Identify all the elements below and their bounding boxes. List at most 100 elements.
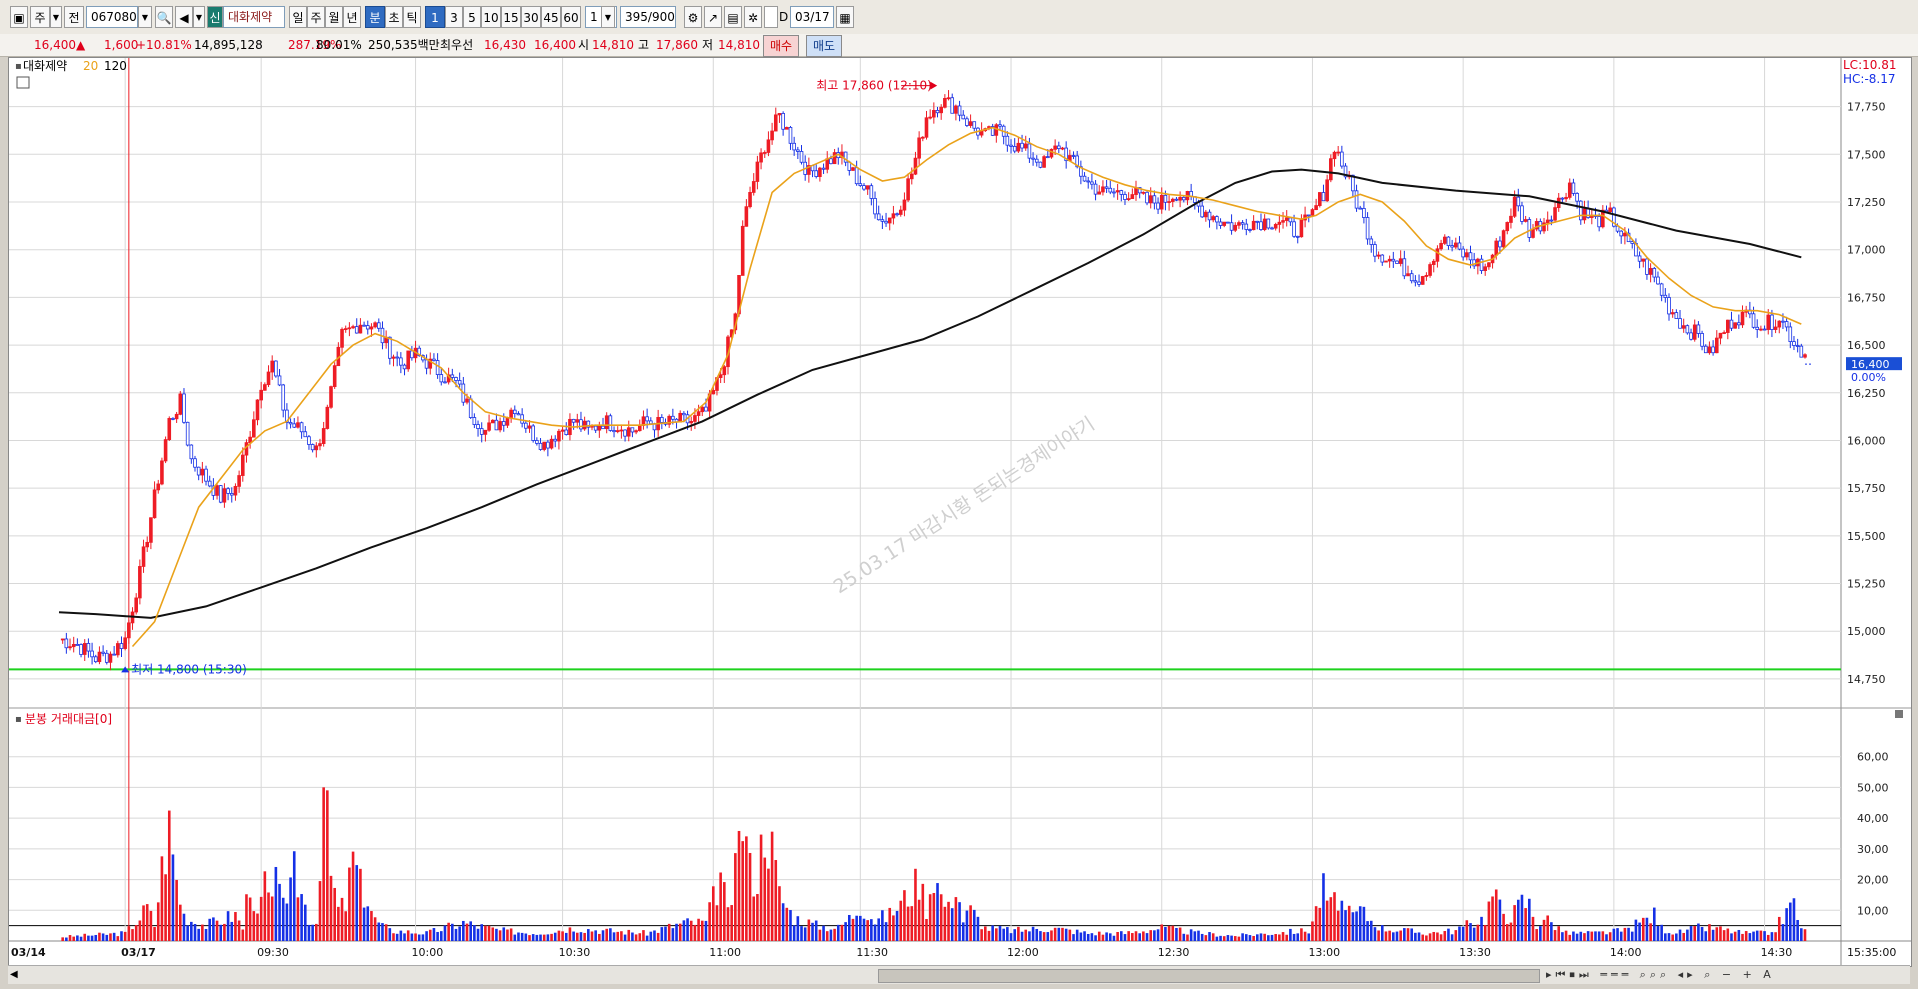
candle-body [494, 419, 499, 431]
volume-bar [1660, 924, 1663, 941]
candle-body [171, 418, 175, 420]
chevron-down-icon[interactable]: ▼ [193, 6, 205, 28]
candle-body [1468, 252, 1473, 261]
volume-bar [1509, 922, 1513, 941]
volume-bar [616, 931, 620, 941]
sell-button[interactable]: 매도 [806, 35, 843, 57]
calendar-icon[interactable]: ▦ [836, 6, 854, 28]
volume-bar [219, 924, 223, 941]
volume-bar [1366, 921, 1369, 941]
save-icon[interactable]: ▤ [724, 6, 742, 28]
search-icon[interactable]: 🔍 [155, 6, 173, 28]
candle-body [1358, 207, 1363, 210]
volume-bar [781, 903, 785, 941]
volume-bar [1292, 933, 1296, 941]
interval-5[interactable]: 5 [463, 6, 481, 28]
chart-nav-controls-icon[interactable]: ▸⏮⏹⏭ ═══ ⌕⌕⌕ ◂▸ ⌕ − + A [1546, 968, 1906, 982]
interval-3[interactable]: 3 [445, 6, 463, 28]
d-checkbox[interactable] [764, 6, 778, 28]
horizontal-scrollbar[interactable]: ◀ ▸⏮⏹⏭ ═══ ⌕⌕⌕ ◂▸ ⌕ − + A [8, 965, 1910, 984]
candle-body [119, 643, 124, 649]
candle-body [957, 105, 962, 116]
candle-body [476, 424, 480, 429]
candle-body [1792, 341, 1796, 346]
candle-body [318, 443, 322, 447]
volume-bar [1428, 933, 1432, 941]
sound-icon[interactable]: ◀ [175, 6, 193, 28]
chart-menu-icon[interactable]: ▣ [10, 6, 28, 28]
chart-area[interactable]: 14,750 15,000 15,250 15,500 15,750 16,000 16,2… [8, 57, 1918, 967]
period-month[interactable]: 월 [325, 6, 343, 28]
volume-bar [1469, 923, 1472, 941]
interval-60[interactable]: 60 [561, 6, 581, 28]
volume-bar [612, 932, 616, 941]
code-dropdown-icon[interactable]: ▼ [138, 6, 152, 28]
period-tick[interactable]: 틱 [403, 6, 421, 28]
candle-body [435, 360, 440, 375]
period-week[interactable]: 주 [307, 6, 325, 28]
candle-body [174, 413, 179, 420]
candle-body [141, 546, 146, 567]
prev-button[interactable]: 전 [64, 6, 84, 28]
volume-bar [1171, 925, 1175, 941]
buy-button[interactable]: 매수 [763, 35, 800, 57]
volume-bar [311, 924, 314, 941]
candle-body [127, 622, 131, 639]
candle-body [770, 130, 774, 141]
candle-body [700, 406, 705, 413]
count-dropdown-icon[interactable]: ▼ [601, 6, 615, 28]
period-day[interactable]: 일 [289, 6, 307, 28]
interval-45[interactable]: 45 [541, 6, 561, 28]
grid-settings-icon[interactable]: ⚙ [684, 6, 702, 28]
volume-bar [1318, 907, 1322, 941]
candle-body [1123, 194, 1127, 200]
stock-name-field[interactable]: 대화제약 [223, 6, 285, 28]
volume-bar [800, 926, 803, 941]
volume-bar [171, 854, 175, 941]
volume-bar [884, 922, 888, 941]
volume-bar [436, 931, 439, 941]
candle-body [71, 644, 76, 648]
candle-body [1152, 195, 1157, 204]
candle-body [781, 113, 785, 130]
interval-30[interactable]: 30 [521, 6, 541, 28]
candle-body [1413, 280, 1418, 283]
candle-body [483, 429, 488, 435]
candle-body [740, 225, 745, 276]
volume-bar [866, 920, 869, 941]
candle-body [457, 380, 462, 385]
volume-bar [1009, 933, 1013, 941]
bar-count-field[interactable]: 395/900 [620, 6, 676, 28]
stock-chart[interactable]: 14,750 15,000 15,250 15,500 15,750 16,000 16,2… [9, 58, 1918, 966]
gear-icon[interactable]: ✲ [744, 6, 762, 28]
period-minute-tab[interactable]: 분 [365, 6, 385, 28]
candle-body [880, 219, 885, 222]
volume-bar [1406, 928, 1410, 941]
chevron-down-icon[interactable]: ▼ [50, 6, 62, 28]
volume-bar [1057, 927, 1061, 941]
stock-code-input[interactable]: 067080 [86, 6, 138, 28]
candle-body [1266, 218, 1271, 229]
volume-bar [983, 926, 987, 941]
date-input[interactable]: 03/17 [790, 6, 834, 28]
time-tick-label: 12:00 [1007, 946, 1039, 959]
volume-bar [1395, 931, 1399, 941]
interval-15[interactable]: 15 [501, 6, 521, 28]
volume-bar [575, 932, 579, 941]
period-second[interactable]: 초 [385, 6, 403, 28]
candle-body [1784, 321, 1789, 328]
interval-1[interactable]: 1 [425, 6, 445, 28]
period-selector[interactable]: 주 [30, 6, 50, 28]
period-year[interactable]: 년 [343, 6, 361, 28]
scrollbar-thumb[interactable] [878, 969, 1540, 983]
candle-body [884, 220, 888, 224]
candle-body [1498, 240, 1502, 248]
candle-body [1553, 207, 1557, 221]
interval-10[interactable]: 10 [481, 6, 501, 28]
volume-bar [1678, 929, 1682, 941]
trend-line-icon[interactable]: ↗ [704, 6, 722, 28]
candle-body [1141, 191, 1146, 194]
scroll-left-icon[interactable]: ◀ [10, 968, 24, 982]
volume-bar [1568, 934, 1572, 941]
volume-bar [873, 924, 877, 941]
